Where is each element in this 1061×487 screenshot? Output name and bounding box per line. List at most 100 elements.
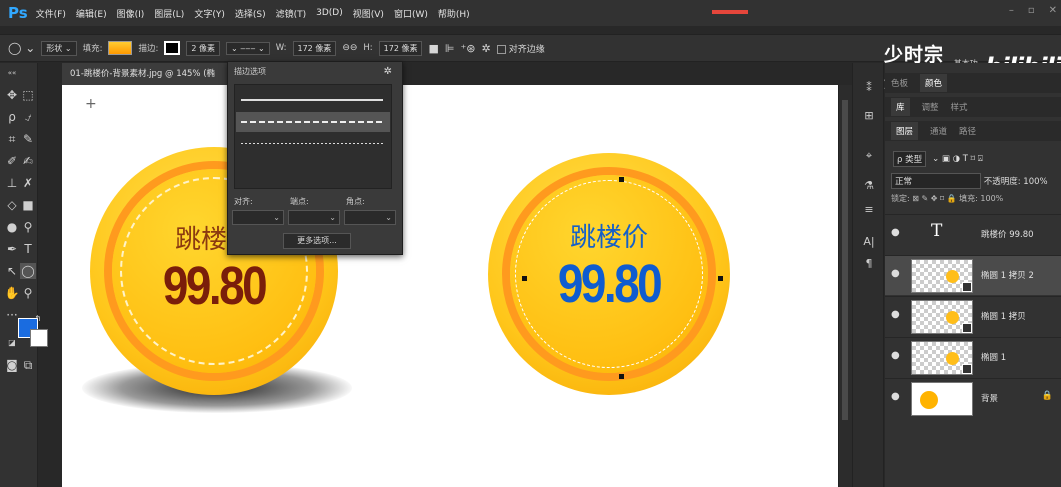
menu-help[interactable]: 帮助(H) xyxy=(438,7,470,20)
path-arrange-icon[interactable]: ⁺⊛ xyxy=(460,42,475,55)
clone-stamp-icon[interactable]: ⊥ xyxy=(4,175,20,191)
anchor-right[interactable] xyxy=(718,276,723,281)
collapse-icon[interactable]: «« xyxy=(4,65,20,81)
stroke-preset-list[interactable] xyxy=(234,84,392,189)
stroke-preset-dotted[interactable] xyxy=(241,143,383,144)
dodge-tool-icon[interactable]: ⚲ xyxy=(20,219,36,235)
move-tool-icon[interactable]: ✥ xyxy=(4,87,20,103)
anchor-left[interactable] xyxy=(522,276,527,281)
blend-mode-select[interactable]: 正常 xyxy=(891,173,981,189)
menu-filter[interactable]: 滤镜(T) xyxy=(276,7,307,20)
adjust-icon[interactable]: ≡ xyxy=(861,203,877,219)
tab-color[interactable]: 颜色 xyxy=(920,74,948,92)
layer-row[interactable]: ● 椭圆 1 xyxy=(885,337,1061,377)
crop-tool-icon[interactable]: ⌗ xyxy=(4,131,20,147)
fill-field[interactable]: 100% xyxy=(980,194,1003,203)
menu-3d[interactable]: 3D(D) xyxy=(316,8,343,18)
filter-icons[interactable]: ⌄ ▣ ◑ T ⌑ ⍓ xyxy=(932,154,983,164)
scrollbar-thumb[interactable] xyxy=(842,100,848,420)
align-edges-checkbox[interactable]: 对齐边缘 xyxy=(496,42,545,55)
pen-tool-icon[interactable]: ✒ xyxy=(4,241,20,257)
swap-colors-icon[interactable]: ↰ xyxy=(30,311,46,327)
menu-select[interactable]: 选择(S) xyxy=(235,7,266,20)
menu-view[interactable]: 视图(V) xyxy=(353,7,384,20)
opacity-field[interactable]: 100% xyxy=(1023,177,1047,187)
layer-row[interactable]: ● T 跳楼价 99.80 xyxy=(885,214,1061,254)
link-icon[interactable]: ⊖⊖ xyxy=(342,43,357,53)
anchor-top[interactable] xyxy=(619,177,624,182)
marquee-tool-icon[interactable]: ⬚ xyxy=(20,87,36,103)
layer-row[interactable]: ● 椭圆 1 拷贝 xyxy=(885,296,1061,336)
ellipse-tool-preset-icon[interactable]: ◯ ⌄ xyxy=(8,41,35,55)
quick-select-icon[interactable]: ⍻ xyxy=(20,109,36,125)
eye-icon[interactable]: ● xyxy=(891,309,900,320)
screen-mode-icon[interactable]: ⧉ xyxy=(20,357,36,373)
menu-image[interactable]: 图像(I) xyxy=(117,7,145,20)
menu-layer[interactable]: 图层(L) xyxy=(154,7,184,20)
lock-icons[interactable]: ⊠ ✎ ✥ ⌑ 🔒 xyxy=(912,194,959,203)
lock-icon[interactable]: 🔒 xyxy=(1042,391,1053,401)
hand-tool-icon[interactable]: ✋ xyxy=(4,285,20,301)
document-tab[interactable]: 01-跳楼价-背景素材.jpg @ 145% (椭 xyxy=(62,63,228,85)
actions-icon[interactable]: ⚗ xyxy=(861,179,877,195)
path-select-icon[interactable]: ↖ xyxy=(4,263,20,279)
layer-row[interactable]: ● 背景 🔒 xyxy=(885,378,1061,418)
more-options-button[interactable]: 更多选项... xyxy=(283,233,351,249)
tab-adjustments[interactable]: 调整 xyxy=(922,101,939,113)
eye-icon[interactable]: ● xyxy=(891,227,900,238)
kind-filter-select[interactable]: ρ 类型 xyxy=(893,151,927,167)
eye-icon[interactable]: ● xyxy=(891,391,900,402)
restore-button[interactable]: ▫ xyxy=(1028,5,1035,16)
mode-select[interactable]: 形状 ⌄ xyxy=(41,40,77,56)
tab-paths[interactable]: 路径 xyxy=(959,125,976,137)
menu-file[interactable]: 文件(F) xyxy=(36,7,66,20)
path-ops-icon[interactable]: ■ xyxy=(428,42,438,55)
layer-row-selected[interactable]: ● 椭圆 1 拷贝 2 xyxy=(885,255,1061,295)
tab-styles[interactable]: 样式 xyxy=(951,101,968,113)
quick-mask-icon[interactable]: ◙ xyxy=(4,357,20,373)
corners-select[interactable]: ⌄ xyxy=(344,210,396,225)
gradient-tool-icon[interactable]: ■ xyxy=(20,197,36,213)
history-brush-icon[interactable]: ✗ xyxy=(20,175,36,191)
eye-icon[interactable]: ● xyxy=(891,268,900,279)
tab-layers[interactable]: 图层 xyxy=(891,122,919,140)
stroke-swatch[interactable] xyxy=(164,41,181,55)
gear-icon[interactable]: ✲ xyxy=(384,62,392,82)
close-button[interactable]: ✕ xyxy=(1049,5,1057,16)
type-tool-icon[interactable]: T xyxy=(20,241,36,257)
brush-tool-icon[interactable]: ✍ xyxy=(20,153,36,169)
stroke-width-field[interactable]: 2 像素 xyxy=(186,40,220,56)
caps-select[interactable]: ⌄ xyxy=(288,210,340,225)
fill-swatch[interactable] xyxy=(108,41,133,55)
default-colors-icon[interactable]: ◪ xyxy=(4,335,20,351)
background-color-swatch[interactable] xyxy=(30,329,48,347)
eyedropper-icon[interactable]: ✎ xyxy=(20,131,36,147)
path-align-icon[interactable]: ⊫ xyxy=(445,42,455,55)
width-field[interactable]: 172 像素 xyxy=(292,40,337,56)
tab-swatches[interactable]: 色板 xyxy=(891,77,908,89)
ellipse-tool-icon[interactable]: ◯ xyxy=(20,263,36,279)
minimize-button[interactable]: – xyxy=(1009,5,1014,16)
properties-icon[interactable]: ⊞ xyxy=(861,109,877,125)
character-icon[interactable]: A| xyxy=(861,235,877,251)
history-icon[interactable]: ⁑ xyxy=(861,81,877,97)
gear-icon[interactable]: ✲ xyxy=(482,42,491,55)
healing-brush-icon[interactable]: ✐ xyxy=(4,153,20,169)
paragraph-icon[interactable]: ¶ xyxy=(861,257,877,273)
tab-libraries[interactable]: 库 xyxy=(891,98,910,116)
tab-channels[interactable]: 通道 xyxy=(930,125,947,137)
blur-tool-icon[interactable]: ● xyxy=(4,219,20,235)
height-field[interactable]: 172 像素 xyxy=(378,40,423,56)
anchor-bottom[interactable] xyxy=(619,374,624,379)
brush-settings-icon[interactable]: ⌖ xyxy=(861,149,877,165)
stroke-type-select[interactable]: ⌄ ‒‒‒ ⌄ xyxy=(225,41,270,55)
menu-edit[interactable]: 编辑(E) xyxy=(76,7,107,20)
zoom-tool-icon[interactable]: ⚲ xyxy=(20,285,36,301)
stroke-preset-solid[interactable] xyxy=(241,99,383,101)
menu-type[interactable]: 文字(Y) xyxy=(194,7,225,20)
eraser-tool-icon[interactable]: ◇ xyxy=(4,197,20,213)
menu-window[interactable]: 窗口(W) xyxy=(394,7,428,20)
align-select[interactable]: ⌄ xyxy=(232,210,284,225)
stroke-preset-dashed[interactable] xyxy=(241,121,383,123)
lasso-tool-icon[interactable]: ρ xyxy=(4,109,20,125)
